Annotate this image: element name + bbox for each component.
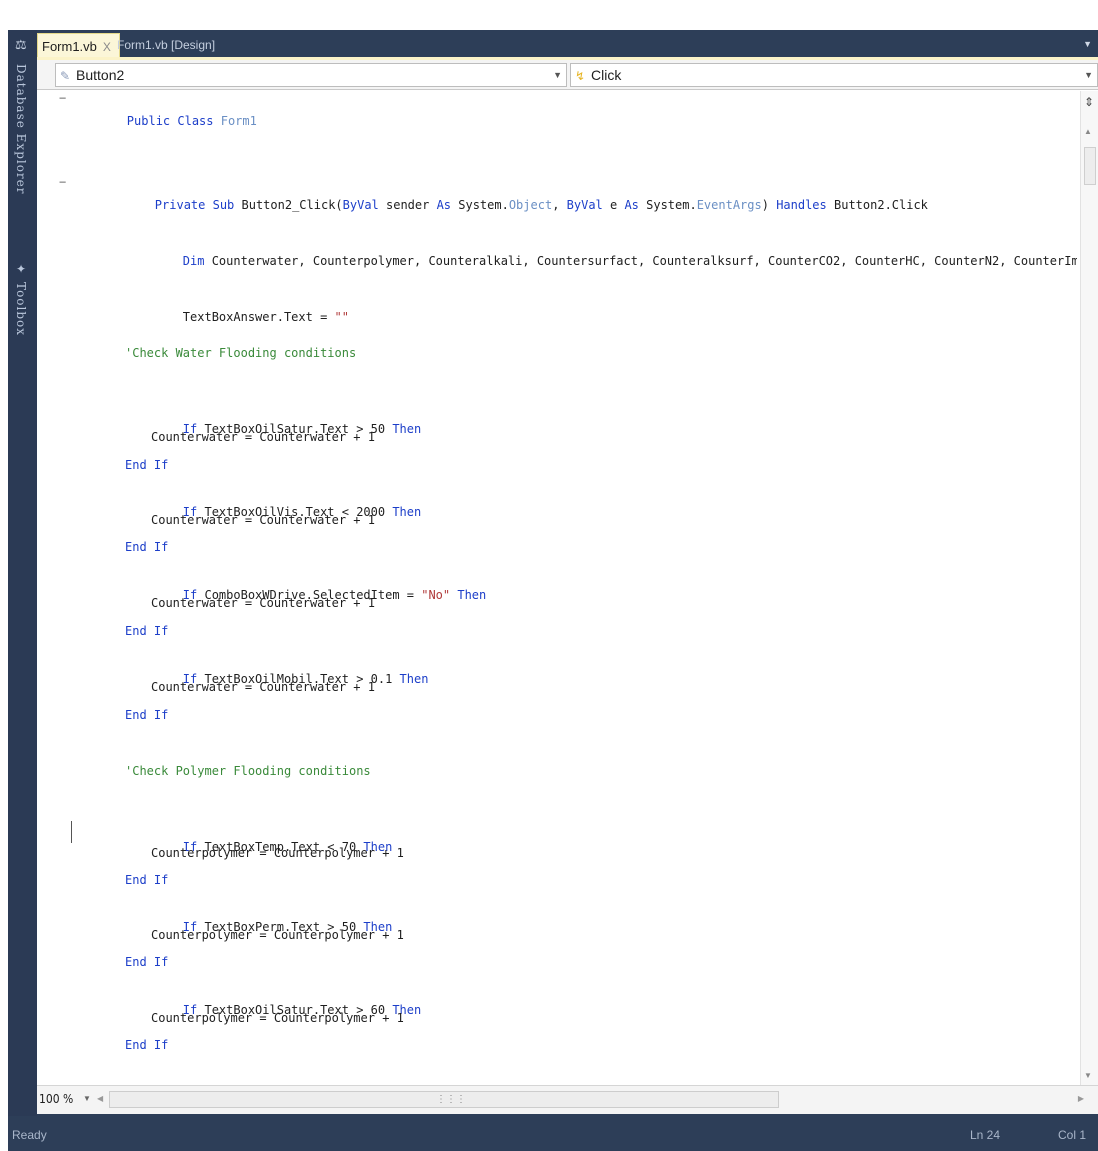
- code-text: e: [602, 198, 625, 212]
- keyword: Then: [392, 505, 422, 519]
- code-line-body: Counterpolymer = Counterpolymer + 1: [151, 846, 404, 860]
- keyword: Then: [392, 422, 422, 436]
- document-tab-row: Form1.vb X Form1.vb [Design] ▼: [37, 30, 1098, 60]
- code-line-end-if: End If: [125, 955, 169, 969]
- code-line-if: If TextBoxOilSatur.Text > 50 Then: [125, 399, 421, 436]
- type-name: EventArgs: [696, 198, 762, 212]
- code-text: Counterwater, Counterpolymer, Counteralk…: [211, 254, 1077, 268]
- button-control-icon: ✎: [60, 69, 71, 83]
- scroll-left-icon[interactable]: ◀: [97, 1094, 103, 1103]
- server-explorer-icon[interactable]: ⚖: [15, 38, 27, 52]
- class-name-value: Button2: [76, 67, 125, 83]
- string-literal: "No": [421, 588, 451, 602]
- code-line-end-if: End If: [125, 624, 169, 638]
- code-line-body: Counterwater = Counterwater + 1: [151, 596, 375, 610]
- code-line-answer: TextBoxAnswer.Text = "": [125, 287, 349, 324]
- string-literal: "": [334, 310, 349, 324]
- scroll-up-icon[interactable]: ▲: [1084, 127, 1092, 136]
- keyword: Public Class: [126, 114, 221, 128]
- code-line-end-if: End If: [125, 873, 169, 887]
- code-line-dim: Dim Counterwater, Counterpolymer, Counte…: [125, 231, 1077, 268]
- keyword: As: [624, 198, 639, 212]
- scroll-down-icon[interactable]: ▼: [1084, 1071, 1092, 1080]
- code-line-body: Counterwater = Counterwater + 1: [151, 513, 375, 527]
- code-text: System.: [451, 198, 509, 212]
- code-text: TextBoxAnswer.Text =: [182, 310, 335, 324]
- keyword: Then: [399, 672, 429, 686]
- horizontal-scroll-thumb[interactable]: ⋮⋮⋮: [109, 1091, 779, 1108]
- code-text: Button2.Click: [826, 198, 928, 212]
- code-text: ,: [552, 198, 567, 212]
- code-line-sub: Private Sub Button2_Click(ByVal sender A…: [97, 175, 928, 212]
- column-number: Col 1: [1058, 1128, 1087, 1142]
- code-line-if: If ComboBoxWDrive.SelectedItem = "No" Th…: [125, 565, 486, 602]
- database-explorer-tab[interactable]: Database Explorer: [14, 64, 28, 195]
- keyword: ByVal: [566, 198, 603, 212]
- code-line-end-if: End If: [125, 458, 169, 472]
- code-line-body: Counterpolymer = Counterpolymer + 1: [151, 928, 404, 942]
- chevron-down-icon[interactable]: ▼: [1084, 64, 1093, 86]
- collapse-icon[interactable]: −: [59, 91, 66, 105]
- tab-form1-vb[interactable]: Form1.vb X: [37, 33, 120, 59]
- scroll-right-icon[interactable]: ▶: [1078, 1094, 1084, 1103]
- ide-window: ⚖ Database Explorer ✦ Toolbox Form1.vb X …: [8, 30, 1098, 1151]
- code-line-end-if: End If: [125, 708, 169, 722]
- code-line-if: If TextBoxPerm.Text > 50 Then: [125, 897, 393, 934]
- method-name-value: Click: [591, 67, 622, 83]
- code-line-end-if: End If: [125, 1038, 169, 1052]
- code-line-if: If TextBoxOilSatur.Text > 60 Then: [125, 980, 421, 1017]
- class-name-dropdown[interactable]: ✎ Button2 ▼: [55, 63, 567, 87]
- keyword: Then: [457, 588, 487, 602]
- side-tool-strip: ⚖ Database Explorer ✦ Toolbox: [8, 30, 37, 1116]
- tab-label: Form1.vb: [42, 39, 97, 54]
- code-line-class: Public Class Form1: [69, 91, 257, 128]
- toolbox-tab[interactable]: Toolbox: [14, 282, 28, 336]
- code-area[interactable]: − Public Class Form1 − Private Sub Butto…: [37, 91, 1077, 1086]
- event-bolt-icon: ↯: [575, 69, 586, 83]
- chevron-down-icon[interactable]: ▼: [553, 64, 562, 86]
- code-line-if: If TextBoxOilMobil.Text > 0.1 Then: [125, 649, 429, 686]
- scroll-thumb[interactable]: [1084, 147, 1096, 185]
- grip-icon: ⋮⋮⋮: [436, 1094, 466, 1105]
- code-text: Button2_Click(: [241, 198, 343, 212]
- code-line-body: Counterwater = Counterwater + 1: [151, 680, 375, 694]
- code-comment-polymer: 'Check Polymer Flooding conditions: [125, 764, 371, 778]
- tab-form1-design[interactable]: Form1.vb [Design]: [113, 33, 219, 58]
- editor-bottom-bar: 100 % ▼ ◀ ⋮⋮⋮ ▶: [37, 1085, 1098, 1114]
- code-text: System.: [638, 198, 697, 212]
- keyword: Private Sub: [154, 198, 242, 212]
- keyword: Handles: [776, 198, 827, 212]
- zoom-dropdown-icon[interactable]: ▼: [83, 1094, 91, 1103]
- tab-label: Form1.vb [Design]: [117, 38, 216, 52]
- tab-list-dropdown-icon[interactable]: ▼: [1083, 39, 1092, 49]
- line-number: Ln 24: [970, 1128, 1001, 1142]
- keyword: Dim: [182, 254, 205, 268]
- close-icon[interactable]: X: [103, 40, 111, 54]
- collapse-icon[interactable]: −: [59, 175, 66, 189]
- method-name-dropdown[interactable]: ↯ Click ▼: [570, 63, 1098, 87]
- code-line-body: Counterwater = Counterwater + 1: [151, 430, 375, 444]
- code-text: sender: [378, 198, 437, 212]
- code-line-if: If TextBoxOilVis.Text < 2000 Then: [125, 482, 421, 519]
- zoom-level[interactable]: 100 %: [39, 1092, 73, 1106]
- keyword: As: [436, 198, 452, 212]
- toolbox-icon[interactable]: ✦: [16, 262, 26, 276]
- type-name: Object: [508, 198, 553, 212]
- code-editor[interactable]: ✎ Button2 ▼ ↯ Click ▼ − Public Class Form1…: [37, 60, 1098, 1114]
- vertical-scrollbar[interactable]: ⇕ ▲ ▼: [1080, 91, 1098, 1086]
- code-line-end-if: End If: [125, 540, 169, 554]
- code-comment-water: 'Check Water Flooding conditions: [125, 346, 357, 360]
- class-name: Form1: [220, 114, 257, 128]
- code-line-body: Counterpolymer = Counterpolymer + 1: [151, 1011, 404, 1025]
- code-line-if: If TextBoxTemp.Text < 70 Then: [125, 817, 393, 854]
- status-bar: Ready Ln 24 Col 1: [8, 1116, 1098, 1151]
- keyword: ByVal: [342, 198, 379, 212]
- code-text: ): [761, 198, 777, 212]
- text-caret: [71, 821, 72, 843]
- split-editor-icon[interactable]: ⇕: [1083, 95, 1095, 109]
- status-text: Ready: [12, 1128, 47, 1142]
- navigation-bar: ✎ Button2 ▼ ↯ Click ▼: [37, 60, 1098, 90]
